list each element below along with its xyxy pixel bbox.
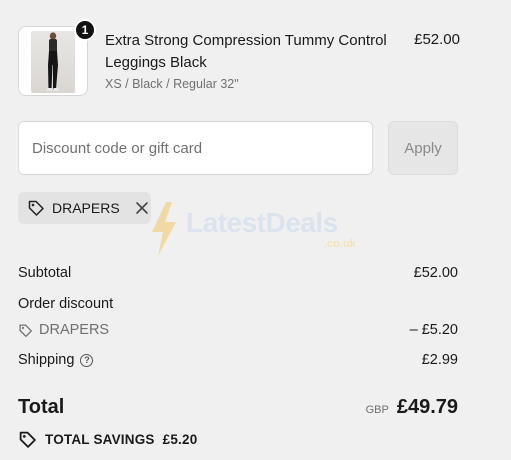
watermark-brand: LatestDeals (186, 207, 338, 238)
applied-discount-chip: DRAPERS (18, 192, 151, 224)
tag-icon (18, 430, 37, 449)
total-label: Total (18, 396, 65, 418)
discount-code-row: DRAPERS – £5.20 (18, 322, 458, 338)
total-savings: TOTAL SAVINGS £5.20 (18, 430, 197, 449)
discount-form: Apply (18, 121, 458, 175)
product-thumbnail: 1 (18, 19, 96, 96)
applied-code-label: DRAPERS (52, 200, 120, 216)
subtotal-value: £52.00 (413, 265, 458, 281)
subtotal-label: Subtotal (18, 265, 72, 281)
watermark-logo: LatestDeals .co.uk (148, 200, 378, 258)
total-amount: £49.79 (396, 396, 458, 418)
quantity-badge: 1 (74, 19, 96, 41)
product-variant: XS / Black / Regular 32" (105, 77, 239, 91)
shipping-row: Shipping ? £2.99 (18, 352, 458, 368)
apply-button[interactable]: Apply (388, 121, 458, 175)
watermark-suffix: .co.uk (324, 238, 356, 250)
tag-icon (18, 323, 33, 338)
order-discount-label: Order discount (18, 296, 114, 312)
shipping-label: Shipping (18, 352, 75, 368)
subtotal-row: Subtotal £52.00 (18, 265, 458, 281)
tag-icon (27, 199, 45, 217)
help-icon[interactable]: ? (80, 353, 94, 367)
savings-amount: £5.20 (162, 432, 198, 447)
order-discount-row: Order discount (18, 296, 458, 312)
close-icon[interactable] (135, 201, 149, 215)
shipping-value: £2.99 (421, 352, 458, 368)
discount-value: – £5.20 (409, 322, 458, 338)
leggings-product-photo (31, 31, 75, 93)
total-row: Total GBP £49.79 (18, 396, 458, 422)
product-name: Extra Strong Compression Tummy Control L… (105, 32, 387, 71)
product-price: £52.00 (414, 31, 460, 48)
discount-code-input[interactable] (18, 121, 373, 175)
currency-code: GBP (365, 404, 389, 416)
cart-line-item: 1 Extra Strong Compression Tummy Control… (18, 19, 460, 96)
discount-code-name: DRAPERS (39, 322, 110, 338)
savings-label: TOTAL SAVINGS (45, 432, 155, 447)
